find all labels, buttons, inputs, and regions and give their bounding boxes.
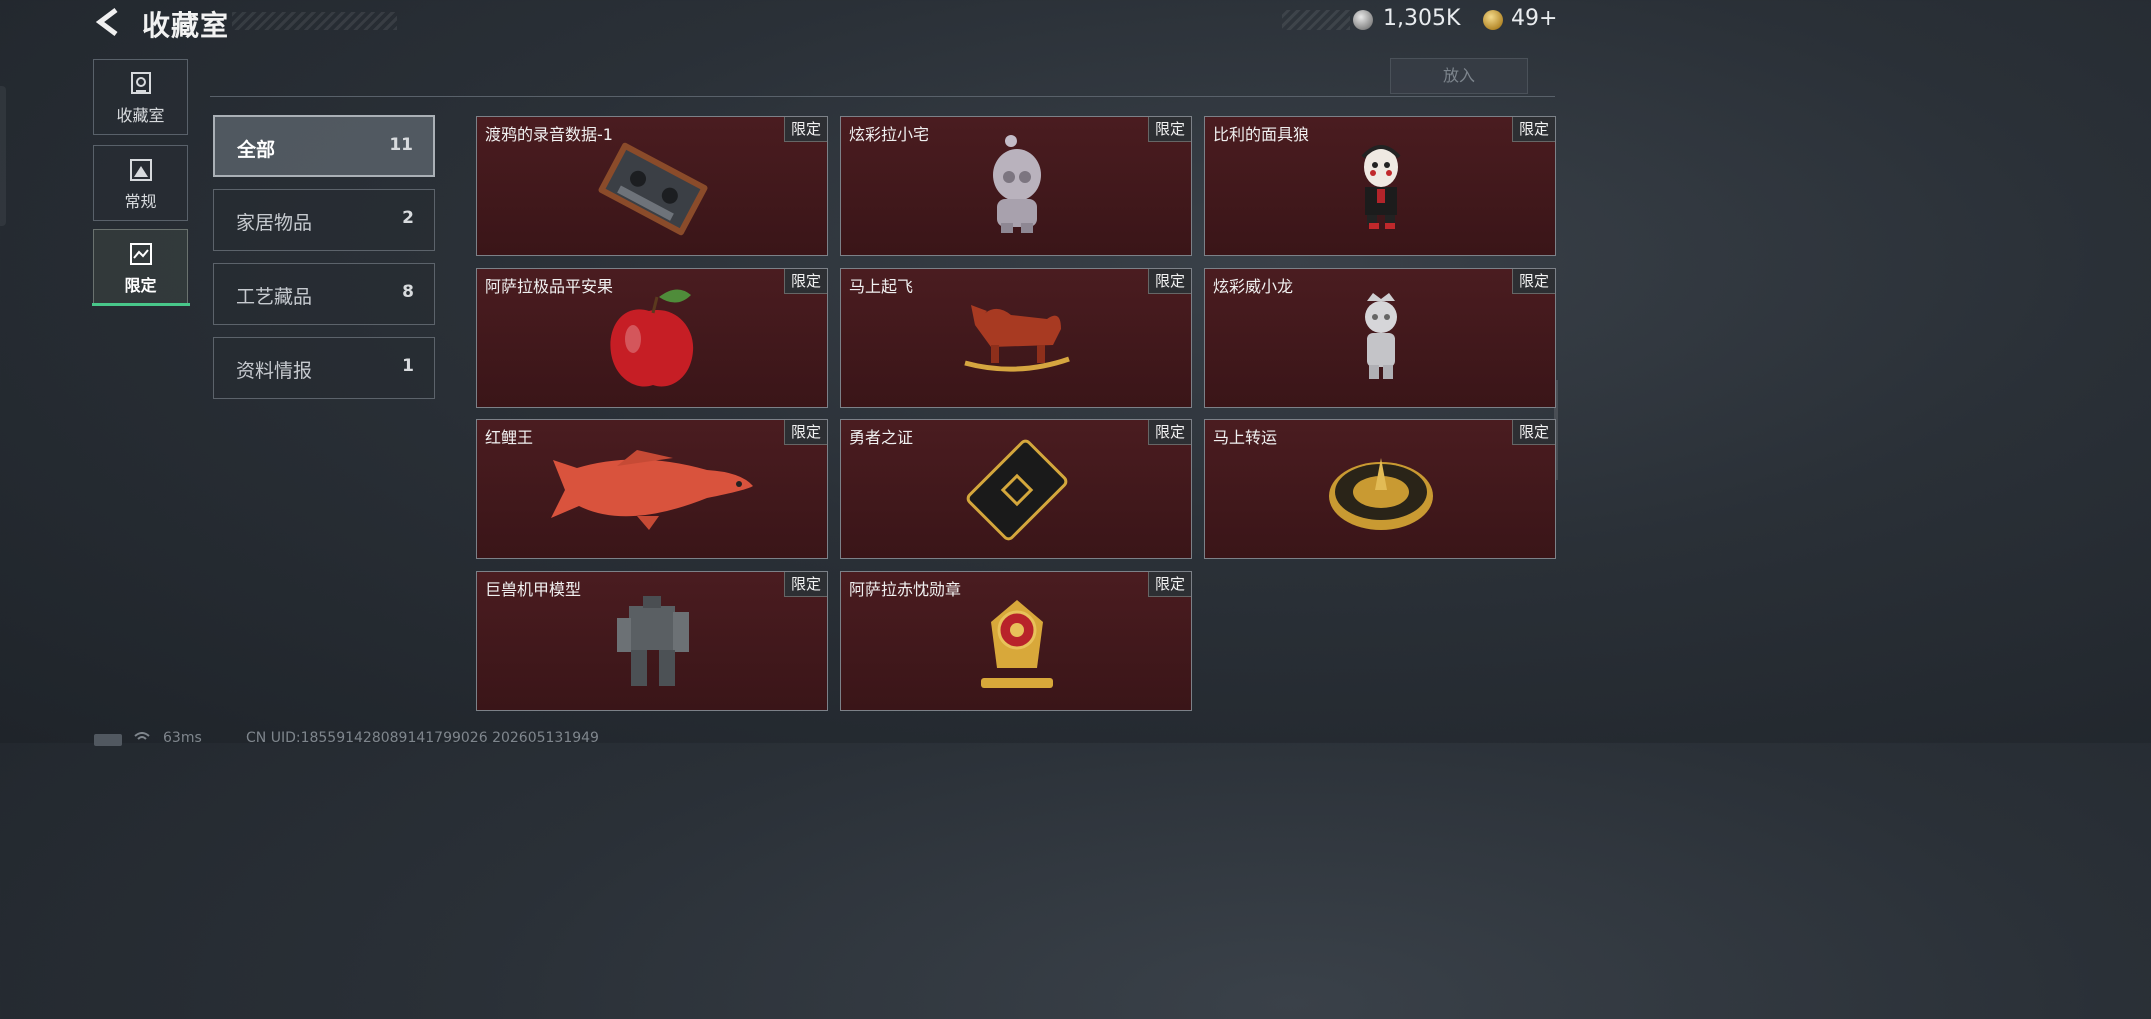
wifi-icon — [134, 732, 150, 740]
device-icon — [94, 734, 122, 746]
limited-badge: 限定 — [1148, 117, 1191, 142]
item-name: 炫彩威小龙 — [1213, 277, 1294, 296]
limited-badge: 限定 — [784, 269, 827, 294]
nav-label: 限定 — [124, 276, 157, 295]
item-name: 渡鸦的录音数据-1 — [485, 125, 613, 144]
item-card[interactable]: 红鲤王 限定 — [476, 419, 828, 559]
item-name: 勇者之证 — [849, 428, 914, 447]
trophy-icon — [131, 72, 151, 94]
image-frame-icon — [130, 243, 152, 265]
limited-badge: 限定 — [1512, 420, 1555, 445]
item-name: 巨兽机甲模型 — [485, 580, 582, 599]
nav-tab-regular[interactable]: 常规 — [93, 145, 188, 221]
nav-label: 收藏室 — [116, 106, 165, 125]
limited-badge: 限定 — [784, 572, 827, 597]
picture-icon — [130, 159, 152, 181]
category-count: 2 — [402, 208, 414, 228]
item-card[interactable]: 炫彩拉小宅 限定 — [840, 116, 1192, 256]
gold-currency-value[interactable]: 49+ — [1511, 6, 1557, 31]
section-heading-cutoff — [216, 56, 296, 64]
item-name: 马上转运 — [1213, 428, 1278, 447]
item-card[interactable]: 马上起飞 限定 — [840, 268, 1192, 408]
item-card[interactable]: 巨兽机甲模型 限定 — [476, 571, 828, 711]
category-home-items[interactable]: 家居物品 2 — [213, 189, 435, 251]
edge-handle — [0, 86, 6, 226]
user-uid: CN UID:1855914280891417990​26 2026051319… — [246, 730, 599, 746]
silver-currency-value: 1,305K — [1383, 6, 1461, 31]
item-name: 阿萨拉赤忱勋章 — [849, 580, 962, 599]
nav-tab-collection[interactable]: 收藏室 — [93, 59, 188, 135]
category-count: 11 — [389, 135, 413, 155]
item-name: 阿萨拉极品平安果 — [485, 277, 614, 296]
category-name: 家居物品 — [236, 212, 313, 234]
limited-badge: 限定 — [784, 420, 827, 445]
page-title: 收藏室 — [142, 9, 230, 42]
category-all[interactable]: 全部 11 — [213, 115, 435, 177]
title-decoration — [232, 12, 397, 30]
category-name: 资料情报 — [236, 360, 313, 382]
category-crafts[interactable]: 工艺藏品 8 — [213, 263, 435, 325]
item-name: 比利的面具狼 — [1213, 125, 1310, 144]
nav-label: 常规 — [124, 192, 157, 211]
limited-badge: 限定 — [1512, 117, 1555, 142]
category-intel[interactable]: 资料情报 1 — [213, 337, 435, 399]
header-divider — [210, 96, 1555, 97]
limited-badge: 限定 — [1148, 572, 1191, 597]
item-card[interactable]: 阿萨拉赤忱勋章 限定 — [840, 571, 1192, 711]
back-arrow-icon[interactable] — [92, 6, 124, 38]
item-card[interactable]: 渡鸦的录音数据-1 限定 — [476, 116, 828, 256]
gold-coin-icon — [1483, 10, 1503, 30]
item-name: 红鲤王 — [485, 428, 534, 447]
item-name: 马上起飞 — [849, 277, 914, 296]
item-card[interactable]: 阿萨拉极品平安果 限定 — [476, 268, 828, 408]
place-button[interactable]: 放入 — [1390, 58, 1528, 94]
item-card[interactable]: 比利的面具狼 限定 — [1204, 116, 1556, 256]
category-name: 全部 — [237, 139, 276, 161]
item-card[interactable]: 炫彩威小龙 限定 — [1204, 268, 1556, 408]
currency-decoration — [1282, 10, 1350, 30]
item-card[interactable]: 马上转运 限定 — [1204, 419, 1556, 559]
limited-badge: 限定 — [1148, 269, 1191, 294]
category-count: 1 — [402, 356, 414, 376]
item-card[interactable]: 勇者之证 限定 — [840, 419, 1192, 559]
active-tab-indicator — [92, 303, 190, 306]
limited-badge: 限定 — [784, 117, 827, 142]
silver-coin-icon — [1353, 10, 1373, 30]
limited-badge: 限定 — [1148, 420, 1191, 445]
item-name: 炫彩拉小宅 — [849, 125, 930, 144]
category-count: 8 — [402, 282, 414, 302]
category-name: 工艺藏品 — [236, 286, 313, 308]
ping-indicator: 63ms — [163, 730, 202, 746]
nav-tab-limited[interactable]: 限定 — [93, 229, 188, 305]
limited-badge: 限定 — [1512, 269, 1555, 294]
